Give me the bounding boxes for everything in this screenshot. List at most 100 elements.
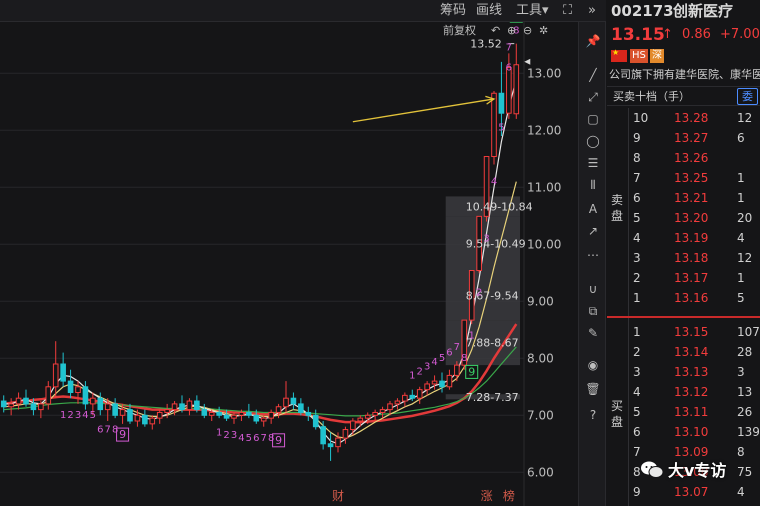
chips-button[interactable]: 筹码 bbox=[440, 3, 466, 19]
candle-body bbox=[216, 411, 222, 416]
undo-icon[interactable]: ↶ bbox=[491, 24, 500, 38]
shenzhen-badge: 深 bbox=[650, 49, 664, 63]
sequence-counter: 1 bbox=[60, 410, 66, 421]
trash-icon[interactable]: 🗑 bbox=[583, 380, 603, 398]
more-tools-icon[interactable]: ⋯ bbox=[583, 246, 603, 264]
sequence-counter: 6 bbox=[446, 347, 452, 358]
candle-body bbox=[372, 411, 378, 416]
buy-level: 5 bbox=[633, 405, 641, 419]
sequence-counter: 2 bbox=[417, 366, 423, 377]
tab-order-ratio[interactable]: 委 bbox=[737, 88, 758, 105]
rect-tool-icon[interactable]: ▢ bbox=[583, 110, 603, 128]
candle-body bbox=[171, 403, 178, 411]
fullscreen-icon[interactable]: ⛶ bbox=[563, 3, 572, 19]
china-flag-icon bbox=[611, 48, 627, 62]
sell-row[interactable]: 2 13.17 1 bbox=[607, 268, 760, 288]
sell-volume: 6 bbox=[737, 131, 745, 145]
y-tick-label: 8.00 bbox=[527, 351, 554, 365]
sell-volume: 1 bbox=[737, 171, 745, 185]
sell-level: 4 bbox=[633, 231, 641, 245]
candle-body bbox=[394, 400, 401, 405]
candle-body bbox=[112, 403, 118, 416]
kline-chart[interactable]: 13.00 12.00 11.00 10.00 9.00 8.00 7.00 6.00 10.4… bbox=[0, 8, 578, 506]
chip-range-label: 7.28-7.37 bbox=[466, 391, 519, 404]
chart-toolbar: 筹码 画线 工具▾ ⛶ » bbox=[0, 0, 606, 22]
buy-row[interactable]: 9 13.07 4 bbox=[607, 482, 760, 502]
buy-volume: 107 bbox=[737, 325, 760, 339]
sequence-counter: 1 bbox=[409, 370, 415, 381]
sell-row[interactable]: 1 13.16 5 bbox=[607, 288, 760, 308]
chevron-down-icon: ▾ bbox=[542, 3, 549, 18]
sell-row[interactable]: 7 13.25 1 bbox=[607, 168, 760, 188]
sell-row[interactable]: 4 13.19 4 bbox=[607, 228, 760, 248]
text-tool-icon[interactable]: A bbox=[583, 200, 603, 218]
candle-body bbox=[335, 437, 341, 448]
buy-row[interactable]: 3 13.13 3 bbox=[607, 362, 760, 382]
event-marker: 榜 bbox=[503, 488, 515, 503]
buy-row[interactable]: 2 13.14 28 bbox=[607, 342, 760, 362]
buy-row[interactable]: 1 13.15 107 bbox=[607, 322, 760, 342]
candle-body bbox=[387, 403, 393, 411]
sell-price: 13.21 bbox=[674, 191, 709, 205]
sell-price: 13.28 bbox=[674, 111, 709, 125]
zoom-in-icon[interactable]: ⊕ bbox=[507, 24, 516, 38]
sell-price: 13.27 bbox=[674, 131, 709, 145]
zoom-out-icon[interactable]: ⊖ bbox=[523, 24, 532, 38]
candle-body bbox=[342, 429, 349, 439]
orderbook-tabs: 买卖十档（手） 委 bbox=[607, 86, 760, 106]
buy-price: 13.15 bbox=[674, 325, 709, 339]
copy-icon[interactable]: ⧉ bbox=[583, 302, 603, 320]
buy-level: 2 bbox=[633, 345, 641, 359]
line-tool-icon[interactable]: ╱ bbox=[583, 66, 603, 84]
candle-body bbox=[30, 403, 37, 411]
buy-row[interactable]: 5 13.11 26 bbox=[607, 402, 760, 422]
adjust-mode-label[interactable]: 前复权 bbox=[443, 24, 476, 38]
ellipse-tool-icon[interactable]: ◯ bbox=[583, 132, 603, 150]
event-marker: 财 bbox=[332, 489, 344, 503]
candle-body bbox=[67, 380, 74, 394]
sequence-counter: 4 bbox=[238, 433, 244, 444]
sequence-counter: 8 bbox=[461, 353, 467, 364]
candle-body bbox=[45, 386, 52, 405]
last-price: 13.15 bbox=[611, 25, 665, 45]
draw-lines-button[interactable]: 画线 bbox=[476, 3, 502, 19]
sell-row[interactable]: 8 13.26 bbox=[607, 148, 760, 168]
magnet-icon[interactable]: ∪ bbox=[583, 280, 603, 298]
buy-price: 13.12 bbox=[674, 385, 709, 399]
sell-row[interactable]: 3 13.18 12 bbox=[607, 248, 760, 268]
candle-body bbox=[142, 414, 148, 425]
period-tool-icon[interactable]: ⦀ bbox=[583, 176, 603, 194]
buy-price: 13.11 bbox=[674, 405, 709, 419]
candle-body bbox=[298, 403, 304, 413]
edit-icon[interactable]: ✎ bbox=[583, 324, 603, 342]
company-intro[interactable]: 公司旗下拥有建华医院、康华医 bbox=[609, 68, 760, 82]
tab-ten-levels[interactable]: 买卖十档（手） bbox=[613, 89, 690, 104]
pin-icon[interactable]: 📌 bbox=[583, 32, 603, 50]
candle-body bbox=[402, 394, 408, 402]
sell-level: 3 bbox=[633, 251, 641, 265]
sell-price: 13.25 bbox=[674, 171, 709, 185]
chip-range-label: 8.67-9.54 bbox=[466, 289, 519, 302]
collapse-panel-icon[interactable]: » bbox=[588, 3, 596, 19]
help-icon[interactable]: ? bbox=[583, 406, 603, 424]
buy-row[interactable]: 4 13.12 13 bbox=[607, 382, 760, 402]
sell-volume: 20 bbox=[737, 211, 753, 225]
candle-body bbox=[290, 397, 297, 405]
stock-code: 002173 bbox=[611, 2, 674, 20]
sell-row[interactable]: 9 13.27 6 bbox=[607, 128, 760, 148]
tools-menu[interactable]: 工具▾ bbox=[516, 3, 549, 19]
candle-body bbox=[127, 409, 133, 422]
arrow-tool-icon[interactable]: ↗ bbox=[583, 222, 603, 240]
eye-icon[interactable]: ◉ bbox=[583, 356, 603, 374]
sequence-counter: 9 bbox=[275, 434, 282, 447]
candle-body bbox=[379, 409, 386, 413]
sell-row[interactable]: 5 13.20 20 bbox=[607, 208, 760, 228]
buy-row[interactable]: 6 13.10 139 bbox=[607, 422, 760, 442]
sequence-counter: 2 bbox=[67, 410, 73, 421]
sell-row[interactable]: 6 13.21 1 bbox=[607, 188, 760, 208]
sell-row[interactable]: 10 13.28 12 bbox=[607, 108, 760, 128]
gear-icon[interactable]: ✲ bbox=[539, 24, 548, 38]
segment-tool-icon[interactable]: ⤢ bbox=[583, 88, 603, 106]
fibonacci-tool-icon[interactable]: ☰ bbox=[583, 154, 603, 172]
sequence-counter: 9 bbox=[119, 428, 126, 441]
